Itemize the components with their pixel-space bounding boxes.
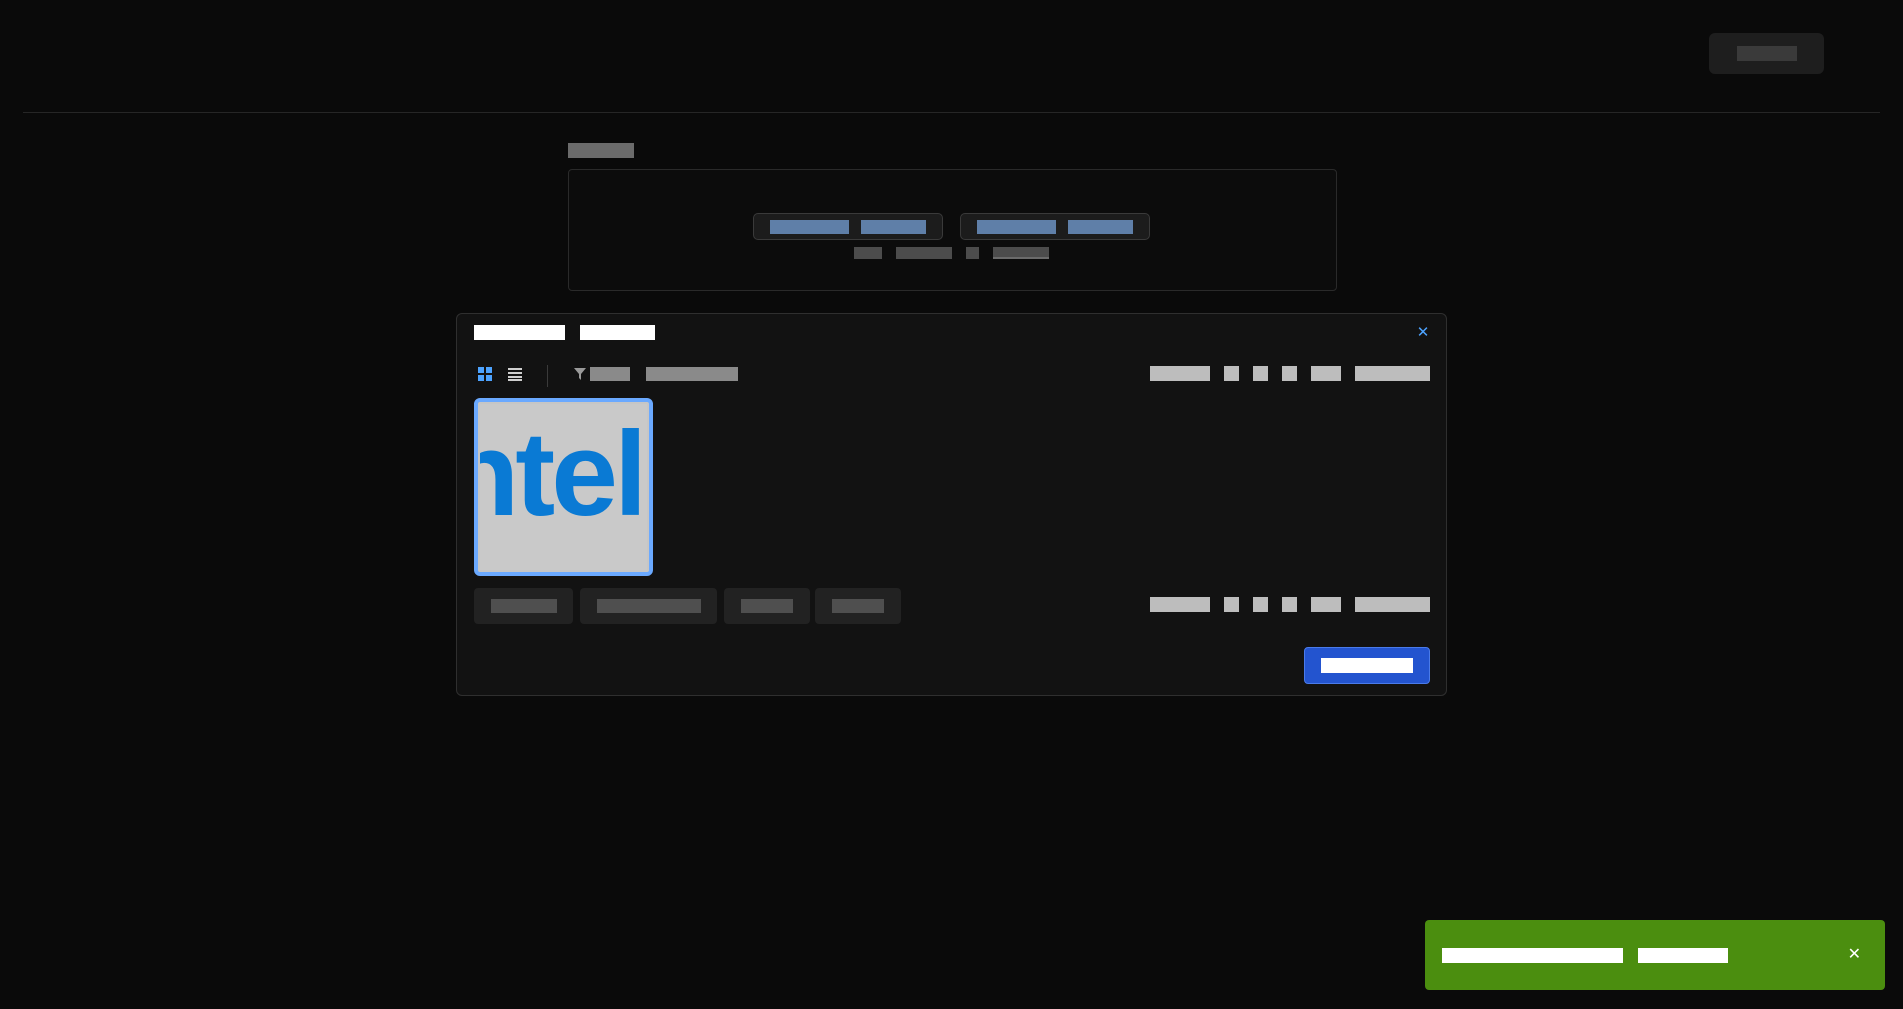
upload-button-primary[interactable]: [753, 213, 943, 240]
image-thumbnail-selected[interactable]: ntel: [474, 398, 653, 576]
confirm-button[interactable]: [1304, 647, 1430, 684]
upload-button-secondary[interactable]: [960, 213, 1150, 240]
upload-hint-text-2: [896, 247, 952, 259]
upload-dropzone[interactable]: [568, 169, 1337, 291]
page-size-select-bottom[interactable]: [1311, 597, 1341, 612]
pagination-summary: [1150, 366, 1210, 381]
pagination-top: [1150, 366, 1430, 381]
dialog-bottom-bar: [474, 588, 1430, 624]
success-toast: ✕: [1425, 920, 1885, 990]
dialog-title-text: [474, 325, 565, 340]
grid-view-icon-svg: [478, 367, 492, 381]
close-icon[interactable]: ✕: [1413, 322, 1433, 342]
action-button-2-label: [596, 599, 701, 613]
page-size-select[interactable]: [1311, 366, 1341, 381]
action-button-3-label: [741, 599, 793, 613]
pagination-page-bottom[interactable]: [1224, 597, 1239, 612]
header-action-label: [1736, 46, 1797, 61]
pagination-page-bottom[interactable]: [1282, 597, 1297, 612]
pagination-bottom: [1150, 597, 1430, 612]
action-button-1-label: [490, 599, 557, 613]
upload-hint: [854, 247, 1049, 259]
upload-button-primary-label-2: [860, 219, 926, 234]
grid-view-icon[interactable]: [474, 363, 496, 385]
thumbnail-image: ntel: [480, 404, 647, 570]
toolbar-divider: [547, 365, 548, 387]
dialog-title-text-2: [580, 325, 655, 340]
image-picker-dialog: ✕ tel: [456, 313, 1447, 696]
upload-button-secondary-label-2: [1067, 219, 1133, 234]
filter-value: [646, 367, 738, 381]
action-button-4-label: [832, 599, 884, 613]
page-size-label-bottom: [1355, 597, 1430, 612]
thumbnail-logo-text: ntel: [480, 407, 647, 541]
list-view-icon-svg: [508, 368, 522, 381]
dialog-title: [474, 325, 655, 340]
action-button-2[interactable]: [580, 588, 717, 624]
upload-button-secondary-label: [977, 219, 1056, 234]
pagination-page[interactable]: [1253, 366, 1268, 381]
header-action-button[interactable]: [1709, 33, 1824, 74]
page-size-label: [1355, 366, 1430, 381]
upload-hint-text-3: [966, 247, 979, 259]
top-bar: [23, 0, 1880, 113]
action-button-3[interactable]: [724, 588, 810, 624]
toast-message: [1442, 947, 1728, 963]
filter-label: [590, 367, 630, 381]
pagination-page-bottom[interactable]: [1253, 597, 1268, 612]
filter-control[interactable]: [574, 367, 738, 381]
dialog-toolbar: [474, 363, 1430, 387]
pagination-summary-bottom: [1150, 597, 1210, 612]
toast-message-text-2: [1638, 947, 1728, 963]
list-view-icon[interactable]: [504, 363, 526, 385]
filter-icon: [574, 368, 586, 380]
confirm-button-label: [1321, 658, 1413, 673]
close-icon[interactable]: ✕: [1848, 944, 1861, 964]
action-button-1[interactable]: [474, 588, 573, 624]
upload-hint-text: [854, 247, 882, 259]
pagination-page[interactable]: [1224, 366, 1239, 381]
pagination-page[interactable]: [1282, 366, 1297, 381]
action-button-4[interactable]: [815, 588, 901, 624]
upload-hint-link[interactable]: [993, 247, 1049, 259]
toast-message-text: [1442, 947, 1623, 963]
upload-button-primary-label: [770, 219, 849, 234]
upload-section-label: [568, 143, 634, 158]
